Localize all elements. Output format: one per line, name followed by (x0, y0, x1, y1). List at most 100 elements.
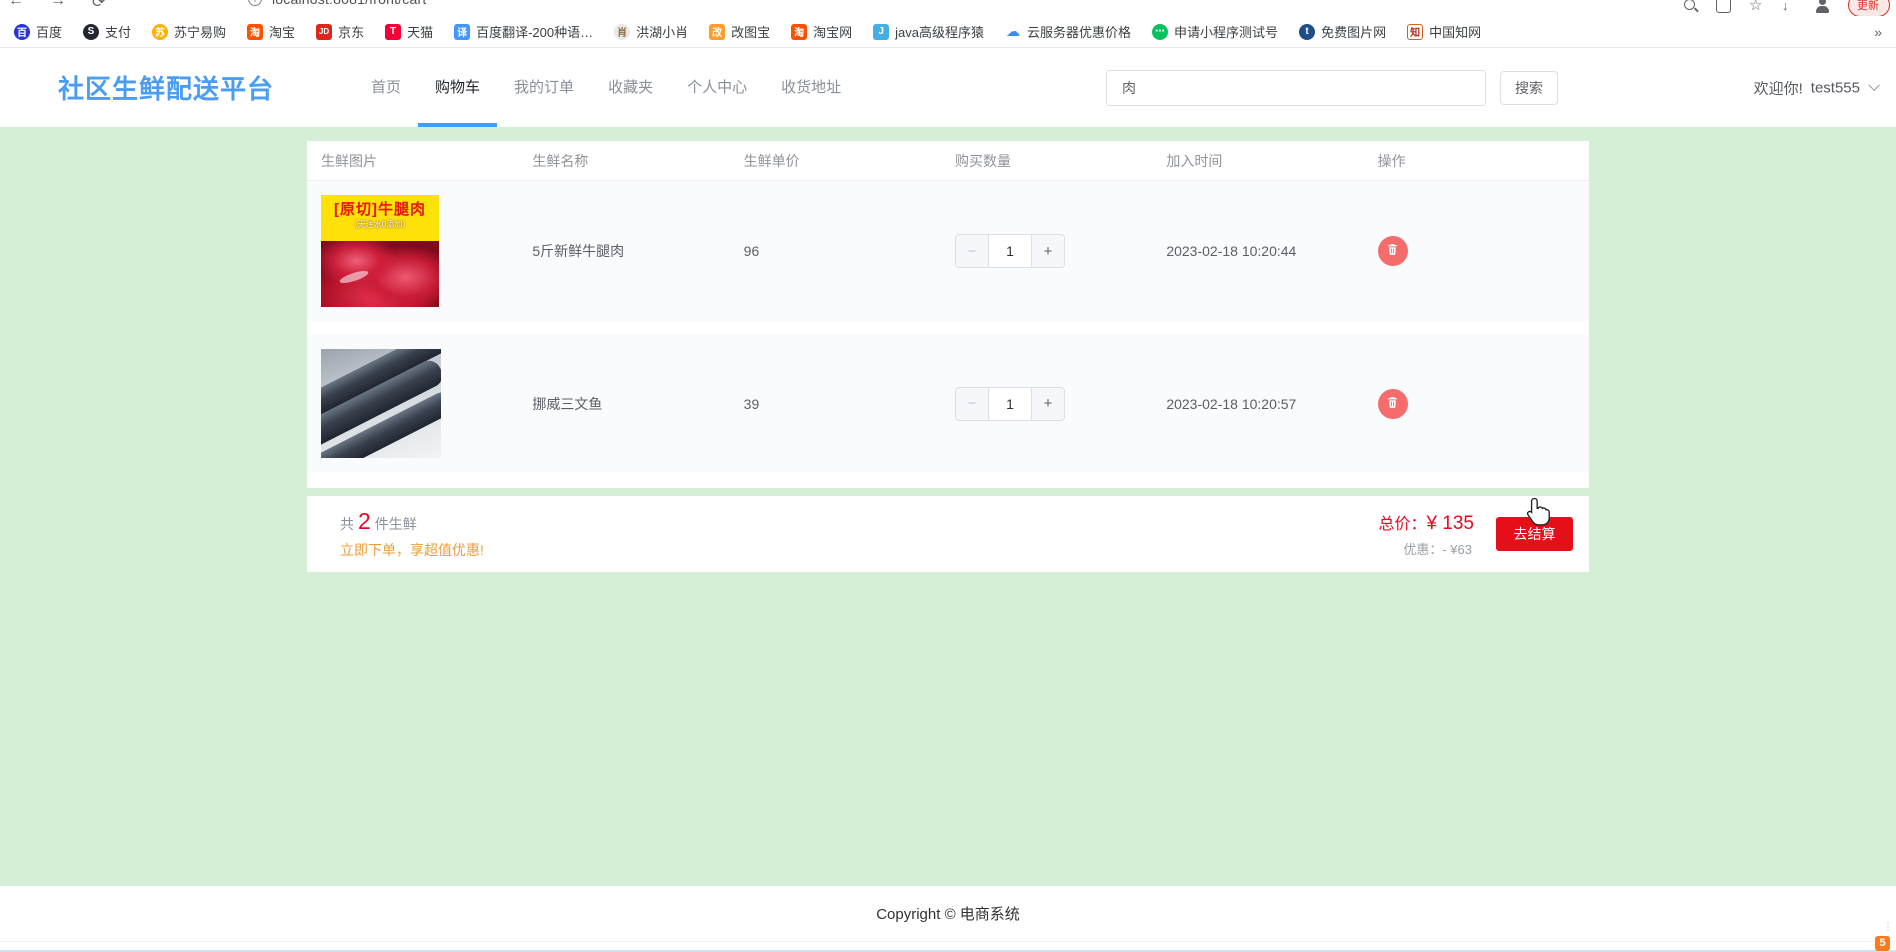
trash-icon (1386, 243, 1399, 259)
bookmark-pay[interactable]: S 支付 (83, 22, 131, 41)
bookmark-tmall[interactable]: T 天猫 (385, 22, 433, 41)
beef-banner-subtext: （无注水0添加） (349, 220, 411, 229)
product-name: 挪威三文鱼 (532, 395, 603, 412)
total-label: 总价： (1378, 516, 1427, 533)
bookmarks-overflow-chevron[interactable]: » (1874, 24, 1882, 40)
taobao-icon: 淘 (247, 23, 264, 40)
delete-item-button[interactable] (1377, 236, 1408, 266)
qty-increase-button[interactable]: + (1030, 235, 1064, 267)
cloud-icon: ☁ (1005, 23, 1022, 40)
browser-back-icon[interactable]: ← (8, 0, 24, 12)
col-header-qty: 购买数量 (954, 152, 1011, 169)
site-logo[interactable]: 社区生鲜配送平台 (58, 69, 274, 106)
qty-decrease-button[interactable]: − (955, 235, 989, 267)
product-price: 96 (743, 243, 760, 259)
col-header-image: 生鲜图片 (321, 152, 377, 169)
bookmark-taobao-web[interactable]: 淘淘宝网 (791, 22, 852, 41)
bookmark-free-images[interactable]: t 免费图片网 (1299, 22, 1386, 41)
java-tv-icon: J (873, 23, 890, 40)
site-info-icon[interactable]: i (248, 0, 262, 6)
row-separator (307, 321, 1589, 335)
bookmarks-bar: 百百度 S 支付 苏苏宁易购 淘淘宝 JD 京东 T 天猫 译百度翻译-200种语… … (0, 16, 1896, 48)
welcome-text: 欢迎你! (1753, 80, 1803, 97)
address-bar-url[interactable]: localhost:8081/front/cart (272, 0, 426, 7)
checkout-button[interactable]: 去结算 (1496, 517, 1573, 551)
cart-table: 生鲜图片 生鲜名称 生鲜单价 购买数量 加入时间 操作 [原切]牛腿肉 （无注水… (307, 141, 1589, 488)
quantity-stepper: − 1 + (954, 234, 1065, 268)
site-header: 社区生鲜配送平台 首页 购物车 我的订单 收藏夹 个人中心 收货地址 搜索 欢迎… (0, 48, 1896, 127)
beef-photo (321, 241, 439, 307)
more-dots-icon: ⋮ (1883, 922, 1893, 933)
bookmark-honghu[interactable]: 肖洪湖小肖 (614, 22, 688, 41)
product-image-beef[interactable]: [原切]牛腿肉 （无注水0添加） (321, 195, 439, 307)
quantity-stepper: − 1 + (954, 386, 1065, 421)
browser-forward-icon[interactable]: → (50, 0, 66, 12)
wechat-bubble-icon: ⋯ (1152, 23, 1169, 40)
discount-value: - ¥63 (1442, 542, 1472, 557)
discount-line: 优惠：- ¥63 (1378, 539, 1474, 558)
col-header-price: 生鲜单价 (743, 152, 800, 169)
count-suffix: 件生鲜 (374, 516, 417, 532)
product-price: 39 (743, 395, 760, 412)
col-header-action: 操作 (1377, 152, 1406, 169)
bookmark-baidu[interactable]: 百百度 (14, 22, 62, 41)
username: test555 (1810, 79, 1860, 96)
profile-avatar-icon[interactable] (1815, 0, 1830, 13)
bookmark-gaitubao[interactable]: 改改图宝 (709, 22, 770, 41)
promo-text: 立即下单，享超值优惠! (340, 542, 484, 558)
nav-item-address[interactable]: 收货地址 (764, 48, 858, 127)
cnki-icon: 知 (1407, 23, 1424, 40)
qty-value[interactable]: 1 (989, 388, 1031, 420)
toolbar-search-icon[interactable] (1683, 0, 1698, 13)
trash-icon (1386, 396, 1399, 412)
browser-reload-icon[interactable]: ⟳ (92, 0, 105, 12)
nav-item-cart[interactable]: 购物车 (418, 48, 498, 127)
delete-item-button[interactable] (1377, 388, 1408, 419)
cart-summary: 共 2 件生鲜 立即下单，享超值优惠! 总价：¥ 135 优惠：- ¥63 去结算 (307, 496, 1589, 572)
count-prefix: 共 (340, 516, 354, 532)
cart-table-header: 生鲜图片 生鲜名称 生鲜单价 购买数量 加入时间 操作 (307, 141, 1589, 181)
nav-item-favorites[interactable]: 收藏夹 (591, 48, 670, 127)
search-input[interactable] (1106, 69, 1486, 106)
nav-item-orders[interactable]: 我的订单 (497, 48, 591, 127)
page-content: 生鲜图片 生鲜名称 生鲜单价 购买数量 加入时间 操作 [原切]牛腿肉 （无注水… (0, 127, 1896, 886)
toolbar-extension-icon[interactable] (1716, 0, 1731, 13)
baidu-paw-icon: 百 (14, 23, 30, 40)
bookmark-cloud-server[interactable]: ☁ 云服务器优惠价格 (1005, 22, 1131, 41)
added-time: 2023-02-18 10:20:57 (1166, 395, 1297, 412)
suning-lion-icon: 苏 (152, 23, 169, 40)
col-header-name: 生鲜名称 (532, 152, 589, 169)
bookmark-cnki[interactable]: 知中国知网 (1407, 22, 1481, 41)
browser-toolbar: ← → ⟳ i localhost:8081/front/cart ☆ ↓ 更新 (0, 0, 1896, 16)
bookmark-taobao[interactable]: 淘淘宝 (247, 22, 295, 41)
bookmark-java[interactable]: Jjava高级程序猿 (873, 22, 984, 41)
free-images-icon: t (1299, 23, 1316, 40)
item-count: 2 (358, 508, 371, 534)
qty-increase-button[interactable]: + (1030, 387, 1064, 420)
product-image-salmon[interactable] (321, 349, 441, 458)
downloads-icon[interactable]: ↓ (1782, 0, 1797, 13)
bookmark-jd[interactable]: JD 京东 (316, 22, 364, 41)
browser-update-button[interactable]: 更新 (1848, 0, 1890, 16)
nav-item-profile[interactable]: 个人中心 (670, 48, 764, 127)
cart-row-salmon: 挪威三文鱼 39 − 1 + 2023-02-18 10:20:57 (307, 335, 1589, 472)
bookmark-miniprogram[interactable]: ⋯ 申请小程序测试号 (1152, 22, 1278, 41)
beef-banner-text: [原切]牛腿肉 (334, 201, 426, 218)
floating-widget-icon[interactable]: 5 (1875, 936, 1890, 951)
gaitubao-icon: 改 (709, 23, 726, 40)
site-footer: Copyright © 电商系统 (0, 886, 1896, 941)
bookmark-baidu-translate[interactable]: 译百度翻译-200种语… (454, 22, 593, 41)
bookmark-suning[interactable]: 苏苏宁易购 (152, 22, 226, 41)
honghu-avatar-icon: 肖 (614, 23, 631, 40)
chevron-down-icon (1868, 79, 1880, 92)
jd-icon: JD (316, 23, 333, 40)
qty-value[interactable]: 1 (989, 235, 1031, 267)
copyright-text: Copyright © 电商系统 (876, 906, 1020, 923)
user-menu[interactable]: 欢迎你! test555 (1753, 77, 1880, 98)
bookmark-star-icon[interactable]: ☆ (1749, 0, 1764, 13)
search-button[interactable]: 搜索 (1500, 70, 1558, 105)
total-price: ¥ 135 (1426, 513, 1474, 534)
qty-decrease-button[interactable]: − (955, 387, 989, 420)
product-name: 5斤新鲜牛腿肉 (532, 243, 625, 259)
nav-item-home[interactable]: 首页 (354, 48, 418, 127)
